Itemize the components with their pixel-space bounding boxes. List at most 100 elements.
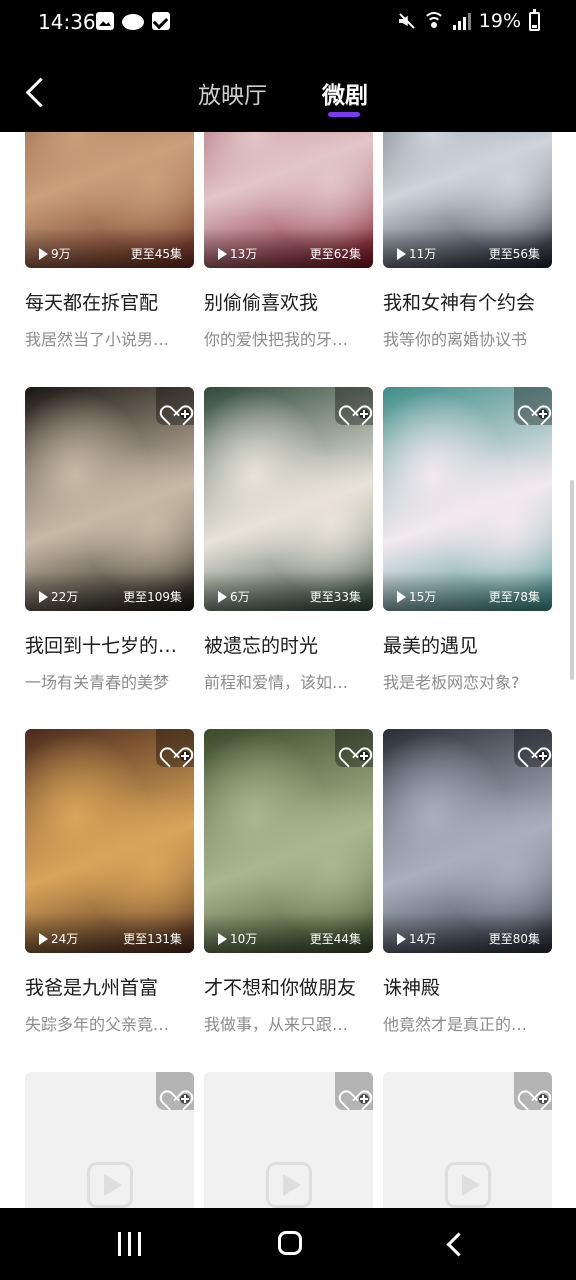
drama-title[interactable]: 我回到十七岁的… [25, 631, 200, 658]
mute-icon [397, 12, 415, 30]
signal-icon [452, 12, 471, 30]
drama-description: 我做事，从来只跟… [204, 1015, 349, 1034]
battery-icon [529, 8, 540, 31]
drama-poster[interactable]: 15万 更至78集 [383, 387, 552, 611]
drama-title[interactable]: 别偷偷喜欢我 [204, 288, 379, 315]
back-button[interactable] [20, 72, 50, 112]
favorite-button[interactable] [156, 729, 194, 767]
recent-apps-button[interactable] [118, 1232, 142, 1256]
play-icon [218, 247, 227, 260]
play-icon [39, 590, 48, 603]
play-logo-icon [445, 1162, 491, 1208]
drama-title[interactable]: 才不想和你做朋友 [204, 973, 379, 1000]
drama-description: 他竟然才是真正的… [383, 1015, 528, 1034]
photo-icon [96, 12, 114, 30]
favorite-button[interactable] [514, 387, 552, 425]
nav-back-button[interactable] [442, 1230, 466, 1258]
drama-title[interactable]: 我爸是九州首富 [25, 973, 200, 1000]
drama-description: 我居然当了小说男… [25, 330, 170, 349]
poster-stats: 10万 更至44集 [204, 925, 373, 947]
play-icon [39, 932, 48, 945]
plus-icon [359, 409, 369, 419]
plus-icon [359, 1094, 369, 1104]
plus-icon [180, 1094, 190, 1104]
play-icon [397, 247, 406, 260]
play-count-value: 22万 [51, 590, 79, 604]
tab-micro-drama[interactable]: 微剧 [322, 76, 368, 110]
drama-description: 你的爱快把我的牙… [204, 330, 349, 349]
play-count: 13万 [218, 245, 257, 262]
poster-placeholder[interactable] [25, 1072, 194, 1208]
drama-title[interactable]: 每天都在拆官配 [25, 288, 200, 315]
episode-count: 更至33集 [309, 590, 361, 604]
episode-count: 更至109集 [123, 590, 182, 604]
play-count: 10万 [218, 930, 257, 947]
drama-poster[interactable]: 22万 更至109集 [25, 387, 194, 611]
drama-description: 失踪多年的父亲竟… [25, 1015, 170, 1034]
drama-title[interactable]: 诛神殿 [383, 973, 558, 1000]
poster-stats: 14万 更至80集 [383, 925, 552, 947]
play-logo-icon [266, 1162, 312, 1208]
play-count-value: 10万 [230, 932, 258, 946]
drama-poster[interactable]: 9万 更至45集 [25, 132, 194, 268]
play-count-value: 6万 [230, 590, 250, 604]
home-button[interactable] [278, 1231, 302, 1255]
play-icon [397, 590, 406, 603]
drama-title[interactable]: 被遗忘的时光 [204, 631, 379, 658]
play-count: 9万 [39, 245, 71, 262]
plus-icon [538, 1094, 548, 1104]
plus-icon [180, 751, 190, 761]
plus-icon [538, 751, 548, 761]
episode-count: 更至131集 [123, 932, 182, 946]
poster-stats: 22万 更至109集 [25, 583, 194, 605]
drama-description: 前程和爱情，该如… [204, 673, 349, 692]
poster-placeholder[interactable] [204, 1072, 373, 1208]
favorite-button[interactable] [156, 1072, 194, 1110]
poster-stats: 6万 更至33集 [204, 583, 373, 605]
scrollbar-thumb[interactable] [570, 480, 574, 680]
play-count-value: 14万 [409, 932, 437, 946]
play-icon [218, 590, 227, 603]
favorite-button[interactable] [335, 387, 373, 425]
play-count: 14万 [397, 930, 436, 947]
drama-poster[interactable]: 6万 更至33集 [204, 387, 373, 611]
play-count-value: 11万 [409, 247, 437, 261]
play-count: 11万 [397, 245, 436, 262]
drama-title[interactable]: 我和女神有个约会 [383, 288, 558, 315]
drama-description: 我是老板网恋对象? [383, 673, 520, 692]
favorite-button[interactable] [156, 387, 194, 425]
drama-poster[interactable]: 11万 更至56集 [383, 132, 552, 268]
drama-poster[interactable]: 24万 更至131集 [25, 729, 194, 953]
favorite-button[interactable] [335, 1072, 373, 1110]
drama-poster[interactable]: 10万 更至44集 [204, 729, 373, 953]
drama-description: 我等你的离婚协议书 [383, 330, 528, 349]
favorite-button[interactable] [335, 729, 373, 767]
active-tab-indicator [328, 112, 360, 117]
poster-stats: 11万 更至56集 [383, 240, 552, 262]
check-icon [152, 12, 170, 30]
poster-placeholder[interactable] [383, 1072, 552, 1208]
tab-cinema[interactable]: 放映厅 [198, 76, 267, 110]
episode-count: 更至62集 [309, 247, 361, 261]
plus-icon [359, 751, 369, 761]
drama-title[interactable]: 最美的遇见 [383, 631, 558, 658]
top-bar: 14:36 19% 放映厅 微剧 [0, 0, 576, 132]
poster-stats: 9万 更至45集 [25, 240, 194, 262]
episode-count: 更至45集 [130, 247, 182, 261]
favorite-button[interactable] [514, 1072, 552, 1110]
drama-poster[interactable]: 13万 更至62集 [204, 132, 373, 268]
system-nav-bar [0, 1208, 576, 1280]
poster-stats: 24万 更至131集 [25, 925, 194, 947]
play-logo-icon [87, 1162, 133, 1208]
drama-poster[interactable]: 14万 更至80集 [383, 729, 552, 953]
play-icon [39, 247, 48, 260]
play-icon [218, 932, 227, 945]
play-icon [397, 932, 406, 945]
plus-icon [538, 409, 548, 419]
drama-grid: 9万 更至45集 每天都在拆官配 我居然当了小说男… 13万 更至62集 别偷偷… [0, 132, 576, 1208]
favorite-button[interactable] [514, 729, 552, 767]
play-count-value: 13万 [230, 247, 258, 261]
play-count: 6万 [218, 588, 250, 605]
play-count: 24万 [39, 930, 78, 947]
system-icons: 19% [397, 8, 540, 32]
